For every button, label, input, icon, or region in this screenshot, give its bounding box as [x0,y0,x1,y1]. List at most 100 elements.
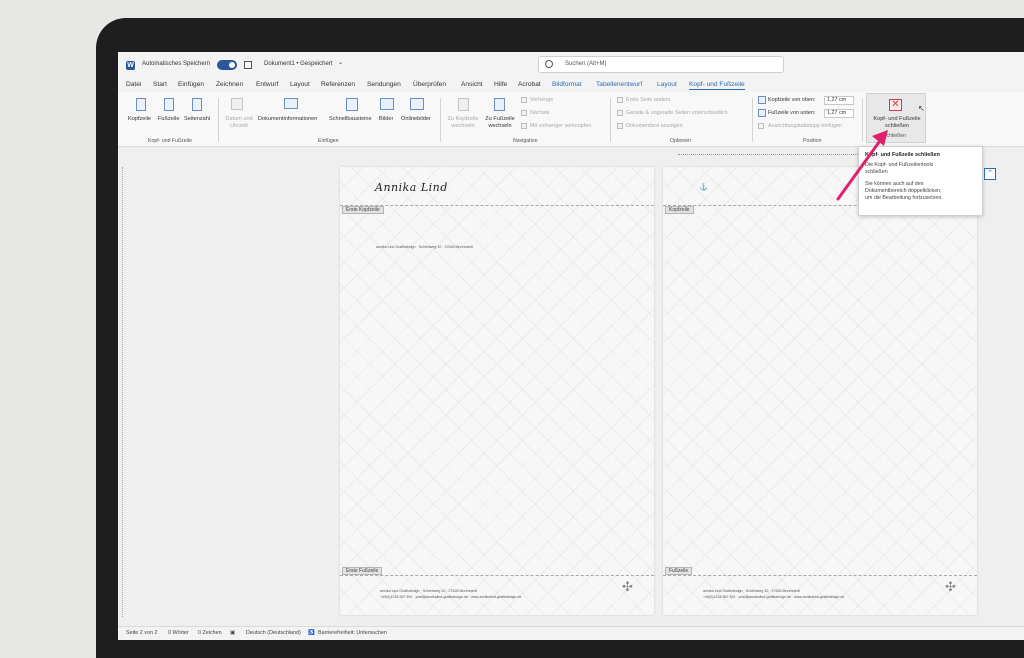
header-button[interactable]: Kopfzeile [128,116,151,122]
group-separator [218,98,219,142]
date-time-button[interactable]: Datum und Uhrzeit [222,116,256,130]
group-separator [610,98,611,142]
tab-kopf-fusszeile[interactable]: Kopf- und Fußzeile [689,81,745,90]
group-label-position: Position [803,138,822,144]
search-icon [545,60,553,68]
tab-hilfe[interactable]: Hilfe [494,81,507,88]
footer-line-1: annika Lind Grafikdesign · Schlehweg 10 … [380,589,477,593]
header-tag: Kopfzeile [665,206,694,214]
tab-referenzen[interactable]: Referenzen [321,81,355,88]
tab-start[interactable]: Start [153,81,167,88]
header-from-top-label: Kopfzeile von oben: [768,97,816,103]
document-title[interactable]: Dokument1 • Gespeichert [264,61,332,67]
page-count[interactable]: Seite 2 von 2 [126,630,157,636]
tab-ueberpruefen[interactable]: Überprüfen [413,81,446,88]
tab-layout-table[interactable]: Layout [657,81,677,88]
close-header-footer-label: Kopf- und Fußzeile schließen [873,116,921,129]
autosave-toggle[interactable] [217,60,237,70]
signature-logo: Annika Lind [375,181,448,194]
search-box[interactable]: Suchen (Alt+M) [538,56,784,73]
footer-line-2: +49(0)1234 567 891 · post@annikalind-gra… [380,595,522,599]
tooltip-line: Sie können auch auf den [865,181,924,187]
header-boundary [340,205,654,206]
group-label-options: Optionen [670,138,692,144]
ribbon: Kopfzeile Fußzeile Seitenzahl Kopf- und … [118,92,1024,147]
collapse-ribbon-button[interactable]: ⌃ [984,168,996,180]
footer-icon [164,98,174,111]
header-from-top-input[interactable]: 1,27 cm [824,96,854,105]
online-pictures-button[interactable]: Onlinebilder [401,116,431,122]
page-number-button[interactable]: Seitenzahl [184,116,210,122]
next-button[interactable]: Nächste [530,110,550,116]
group-label-close: Schließen [883,133,907,139]
document-area: Annika Lind Erste Kopfzeile annika Lind … [118,147,1024,627]
tab-acrobat[interactable]: Acrobat [518,81,541,88]
quick-parts-icon [346,98,358,111]
tab-ansicht[interactable]: Ansicht [461,81,483,88]
footer-from-bottom-input[interactable]: 1,27 cm [824,109,854,118]
document-info-button[interactable]: Dokumentinformationen [258,116,317,122]
accessibility-status[interactable]: Barrierefreiheit: Untersuchen [318,630,387,636]
word-app-icon: W [126,61,135,70]
show-document-text-label: Dokumenttext anzeigen [626,123,683,129]
footer-line-2: +49(0)1234 567 891 · post@annikalind-gra… [703,595,845,599]
tab-layout[interactable]: Layout [290,81,310,88]
dragonfly-icon: ✣ [622,579,633,594]
tab-bildformat[interactable]: Bildformat [552,81,582,88]
online-pictures-icon [410,98,424,110]
group-separator [862,98,863,142]
proofing-icon[interactable]: ▣ [230,630,235,636]
first-footer-tag: Erste Fußzeile [342,567,383,575]
chevron-down-icon[interactable]: ⌄ [338,59,343,66]
save-icon[interactable] [244,61,252,69]
word-count[interactable]: 0 Wörter [168,630,189,636]
align-tab-icon [758,123,764,129]
header-top-icon [758,96,766,104]
tooltip-line: schließen [865,169,888,175]
group-separator [440,98,441,142]
page-2[interactable]: ⚓ Kopfzeile Fußzeile annika Lind Grafikd… [663,167,977,615]
tooltip-line: Dokumentbereich doppelklicken, [865,188,942,194]
pictures-button[interactable]: Bilder [379,116,393,122]
tab-datei[interactable]: Datei [126,81,141,88]
previous-button[interactable]: Vorherige [530,97,553,103]
tab-zeichnen[interactable]: Zeichnen [216,81,243,88]
vertical-ruler [122,167,126,617]
goto-header-button[interactable]: Zu Kopfzeile wechseln [444,116,482,130]
align-tab-button[interactable]: Ausrichtungstabstopp einfügen [768,123,842,129]
page-1[interactable]: Annika Lind Erste Kopfzeile annika Lind … [340,167,654,615]
search-placeholder: Suchen (Alt+M) [565,61,607,67]
calendar-icon [231,98,243,110]
goto-footer-button[interactable]: Zu Fußzeile wechseln [482,116,518,130]
char-count[interactable]: 0 Zeichen [198,630,222,636]
dragonfly-icon: ✣ [945,579,956,594]
footer-bottom-icon [758,109,766,117]
title-bar: W Automatisches Speichern Dokument1 • Ge… [118,52,1024,78]
ribbon-tabs: Datei Start Einfügen Zeichnen Entwurf La… [118,78,1024,92]
language[interactable]: Deutsch (Deutschland) [246,630,301,636]
first-page-different-checkbox[interactable] [617,97,623,103]
footer-from-bottom-label: Fußzeile von unten: [768,110,816,116]
footer-boundary [340,575,654,576]
group-label-insert: Einfügen [318,138,339,144]
tab-sendungen[interactable]: Sendungen [367,81,401,88]
quick-parts-button[interactable]: Schnellbausteine [329,116,372,122]
close-icon: ✕ [889,99,902,111]
first-page-different-label: Erste Seite anders [626,97,671,103]
tooltip: Kopf- und Fußzeile schließen Die Kopf- u… [858,146,983,216]
pictures-icon [380,98,394,110]
odd-even-checkbox[interactable] [617,110,623,116]
link-previous-icon [521,123,527,129]
tab-tabellenentwurf[interactable]: Tabellenentwurf [596,81,642,88]
show-document-text-checkbox[interactable] [617,123,623,129]
close-header-footer-button[interactable]: ✕ Kopf- und Fußzeile schließen Schließen [866,93,926,143]
tooltip-title: Kopf- und Fußzeile schließen [865,152,940,158]
link-previous-button[interactable]: Mit vorheriger verknüpfen [530,123,591,129]
tooltip-line: um die Bearbeitung fortzusetzen. [865,195,943,201]
footer-button[interactable]: Fußzeile [158,116,179,122]
page-number-icon [192,98,202,111]
tab-entwurf[interactable]: Entwurf [256,81,278,88]
status-bar: Seite 2 von 2 0 Wörter 0 Zeichen ▣ Deuts… [118,626,1024,640]
tab-einfuegen[interactable]: Einfügen [178,81,204,88]
accessibility-icon[interactable]: ♿ [308,630,315,636]
